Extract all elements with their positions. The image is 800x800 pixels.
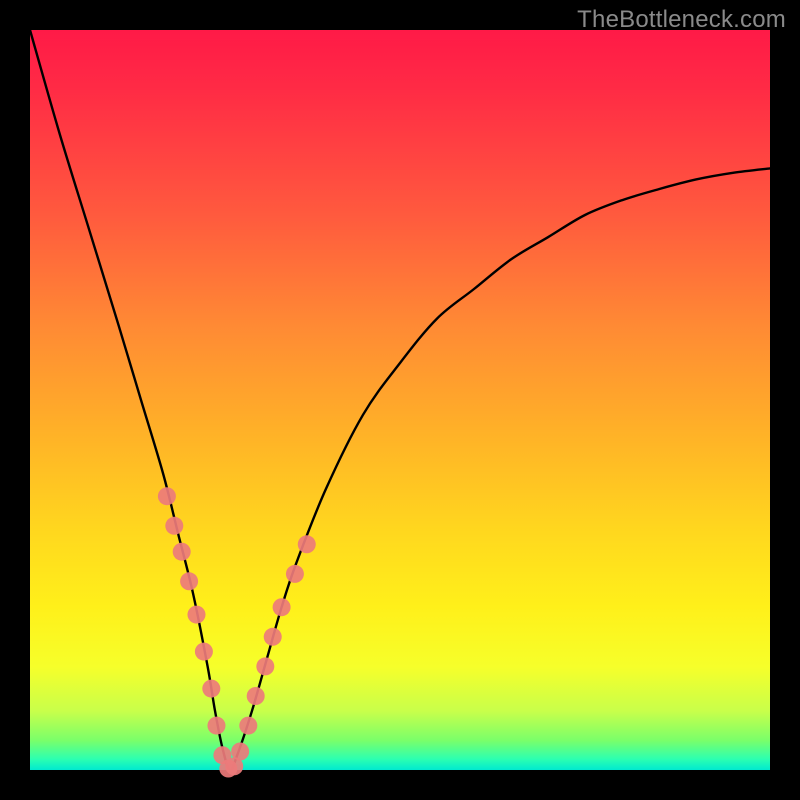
marker-dot bbox=[286, 565, 304, 583]
curve-svg bbox=[30, 30, 770, 770]
marker-dot bbox=[173, 543, 191, 561]
marker-dot bbox=[264, 628, 282, 646]
marker-dot bbox=[273, 598, 291, 616]
highlight-markers bbox=[158, 487, 316, 777]
marker-dot bbox=[180, 572, 198, 590]
marker-dot bbox=[239, 717, 257, 735]
marker-dot bbox=[231, 743, 249, 761]
marker-dot bbox=[207, 717, 225, 735]
marker-dot bbox=[202, 680, 220, 698]
marker-dot bbox=[188, 606, 206, 624]
plot-area bbox=[30, 30, 770, 770]
marker-dot bbox=[256, 657, 274, 675]
bottleneck-curve bbox=[30, 30, 770, 770]
chart-frame: TheBottleneck.com bbox=[0, 0, 800, 800]
marker-dot bbox=[298, 535, 316, 553]
marker-dot bbox=[158, 487, 176, 505]
marker-dot bbox=[195, 643, 213, 661]
marker-dot bbox=[247, 687, 265, 705]
marker-dot bbox=[165, 517, 183, 535]
